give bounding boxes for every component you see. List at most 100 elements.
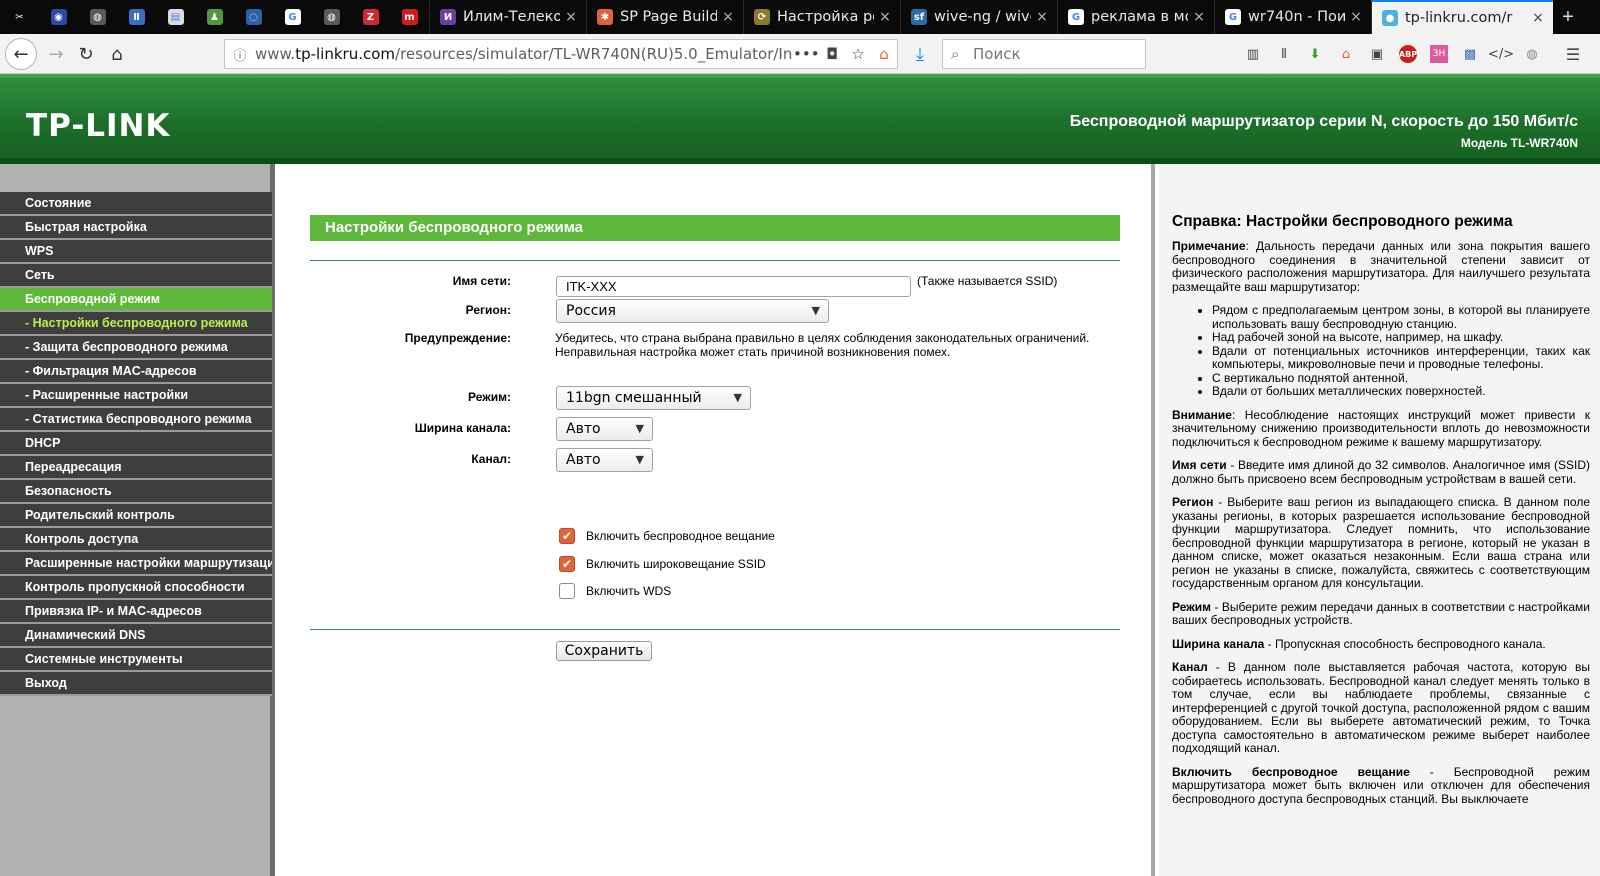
browser-tab[interactable]: ✱ SP Page Builder× [586,0,743,34]
sidebar-item[interactable]: Выход [0,672,272,696]
pinned-tab[interactable]: ♟ [195,0,234,34]
close-tab-icon[interactable]: × [564,9,578,25]
sidebar-menu: Состояние Быстрая настройка WPS Сеть Беспров… [0,164,275,876]
sidebar-item[interactable]: Расширенные настройки маршрутизации [0,552,272,576]
home-icon: ⌂ [111,43,123,65]
sidebar-item[interactable]: Быстрая настройка [0,216,272,240]
search-bar[interactable]: ⌕ [942,39,1146,69]
download-icon: ⤓ [916,43,924,65]
zotero-icon: Z [362,9,379,25]
checkbox-row[interactable]: ✔ Включить беспроводное вещание [559,527,775,545]
pinned-tab[interactable]: G [273,0,312,34]
help-tip-item: Над рабочей зоной на высоте, например, н… [1212,330,1590,345]
translator-icon[interactable]: ЗН [1430,45,1448,63]
browser-tab[interactable]: Gреклама в мод× [1057,0,1214,34]
pinned-tab[interactable]: Z [351,0,390,34]
sidebar-subitem[interactable]: - Настройки беспроводного режима [0,312,272,336]
sidebar-item[interactable]: Системные инструменты [0,648,272,672]
search-icon: ⌕ [951,45,960,63]
sidebar-item[interactable]: Контроль доступа [0,528,272,552]
more-actions-icon[interactable]: ••• [793,45,820,63]
checkbox-row[interactable]: Включить WDS [559,582,671,600]
download-helper-icon[interactable]: ⬇ [1306,45,1324,63]
sidebar-item[interactable]: Контроль пропускной способности [0,576,272,600]
sidebar-item[interactable]: Безопасность [0,480,272,504]
notifications-icon[interactable]: ▩ [1461,45,1479,63]
sidebar-subitem[interactable]: - Расширенные настройки [0,384,272,408]
library-icon[interactable]: ⫴ [1275,45,1293,63]
browser-tab[interactable]: ⟳ Настройка роу× [743,0,900,34]
sidebar-item[interactable]: DHCP [0,432,272,456]
hamburger-menu-icon[interactable]: ☰ [1564,45,1582,64]
region-label: Регион: [465,303,511,317]
url-text[interactable]: www.tp-linkru.com/resources/simulator/TL… [255,45,793,63]
close-tab-icon[interactable]: × [1349,9,1363,25]
reload-button[interactable]: ↻ [70,38,102,70]
extension-home-icon[interactable]: ⌂ [871,45,897,63]
sidebar-menu-list: Состояние Быстрая настройка WPS Сеть Беспров… [0,192,272,696]
close-tab-icon[interactable]: × [1531,10,1545,26]
ssid-input[interactable] [556,276,911,297]
sidebar-item[interactable]: Сеть [0,264,272,288]
sidebar-item[interactable]: Переадресация [0,456,272,480]
mode-select[interactable]: 11bgn смешанный ▼ [556,386,751,410]
tab-active[interactable]: ● tp-linkru.com/r × [1371,0,1553,34]
help-mode: Режим - Выберите режим передачи данных в… [1172,599,1590,627]
checkbox-unchecked[interactable] [559,583,575,599]
pinned-tab[interactable]: ◍ [312,0,351,34]
new-tab-button[interactable]: + [1553,0,1583,34]
bookmark-star-icon[interactable]: ☆ [845,45,871,63]
browser-tab[interactable]: И Илим-Телеком× [429,0,586,34]
region-select[interactable]: Россия ▼ [556,299,829,323]
home-button[interactable]: ⌂ [101,38,133,70]
sidebar-item[interactable]: Беспроводной режим [0,288,272,312]
info-icon[interactable]: ⓘ [225,45,255,64]
ssid-label: Имя сети: [452,274,511,288]
product-model: Модель TL-WR740N [1460,136,1578,150]
screenshot-icon[interactable]: ▣ [1368,45,1386,63]
browser-tab[interactable]: sf wive-ng / wive × [900,0,1057,34]
back-button[interactable]: ← [5,38,37,70]
forward-button[interactable]: → [40,38,72,70]
sidebar-subitem[interactable]: - Защита беспроводного режима [0,336,272,360]
globe-icon[interactable]: ◍ [1523,45,1541,63]
pinned-tab[interactable]: m [390,0,429,34]
pinned-tab[interactable]: ◌ [234,0,273,34]
close-tab-icon[interactable]: × [721,9,735,25]
warning-label: Предупреждение: [404,331,511,345]
developer-icon[interactable]: </> [1488,45,1514,63]
home-extension-icon[interactable]: ⌂ [1337,45,1355,63]
sidebar-subitem[interactable]: - Фильтрация MAC-адресов [0,360,272,384]
channel-select[interactable]: Авто ▼ [556,448,653,472]
pinned-tab[interactable]: ▤ [156,0,195,34]
pinned-tab[interactable]: ✂ [0,0,39,34]
pinned-tab[interactable]: Ⅱ [117,0,156,34]
search-input[interactable] [973,45,1133,63]
sidebar-item[interactable]: Динамический DNS [0,624,272,648]
adblock-icon[interactable]: ABP [1399,45,1417,63]
url-bar[interactable]: ⓘ www.tp-linkru.com/resources/simulator/… [224,39,898,69]
pinned-tab[interactable]: ◉ [39,0,78,34]
checkbox-checked[interactable]: ✔ [559,528,575,544]
sidebar-subitem[interactable]: - Статистика беспроводного режима [0,408,272,432]
download-button[interactable]: ⤓ [904,38,936,70]
save-button[interactable]: Сохранить [556,641,652,661]
checkbox-row[interactable]: ✔ Включить широковещание SSID [559,555,766,573]
checkbox-checked[interactable]: ✔ [559,556,575,572]
sidebar-item[interactable]: Состояние [0,192,272,216]
channel-width-select[interactable]: Авто ▼ [556,417,653,441]
pocket-icon[interactable]: ◘ [819,45,845,63]
sidebar-item[interactable]: Привязка IP- и MAC-адресов [0,600,272,624]
help-region: Регион - Выберите ваш регион из выпадающ… [1172,495,1590,590]
channel-width-label: Ширина канала: [414,421,511,435]
sidebar-icon[interactable]: ▥ [1244,45,1262,63]
channel-label: Канал: [471,452,511,466]
browser-tab[interactable]: Gwr740n - Поис × [1214,0,1371,34]
sidebar-item[interactable]: Родительский контроль [0,504,272,528]
close-tab-icon[interactable]: × [878,9,892,25]
close-tab-icon[interactable]: × [1192,9,1206,25]
sidebar-item[interactable]: WPS [0,240,272,264]
pinned-tab[interactable]: ◍ [78,0,117,34]
checkbox-label: Включить WDS [586,584,672,598]
close-tab-icon[interactable]: × [1035,9,1049,25]
